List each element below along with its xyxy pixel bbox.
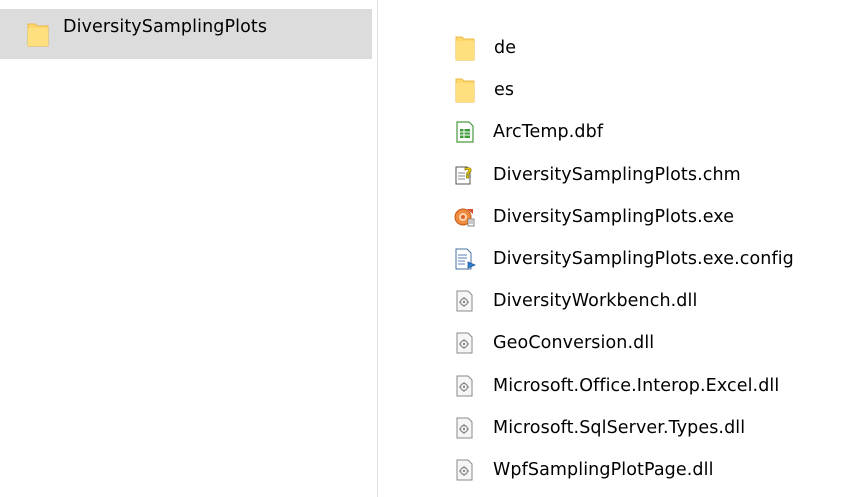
dll-file-icon — [454, 373, 476, 399]
navigation-pane: DiversitySamplingPlots — [0, 0, 372, 497]
list-item-file-exe[interactable]: DiversitySamplingPlots.exe — [454, 196, 794, 238]
folder-icon — [454, 35, 476, 61]
file-list: de es ArcTemp.dbf ? DiversitySamplingPlo… — [454, 27, 794, 491]
file-name: Microsoft.Office.Interop.Excel.dll — [493, 375, 780, 396]
list-item-file-dll[interactable]: WpfSamplingPlotPage.dll — [454, 449, 794, 491]
dll-file-icon — [454, 288, 476, 314]
help-file-icon: ? — [454, 162, 476, 188]
exe-file-icon — [454, 204, 476, 230]
file-name: es — [494, 80, 515, 101]
file-name: Microsoft.SqlServer.Types.dll — [493, 417, 746, 438]
folder-icon — [27, 21, 49, 47]
config-file-icon — [454, 246, 476, 272]
list-item-file-dll[interactable]: GeoConversion.dll — [454, 322, 794, 364]
tree-item-label: DiversitySamplingPlots — [63, 17, 268, 37]
list-item-file-config[interactable]: DiversitySamplingPlots.exe.config — [454, 238, 794, 280]
list-item-folder-de[interactable]: de — [454, 27, 794, 69]
file-name: ArcTemp.dbf — [493, 122, 604, 143]
svg-text:?: ? — [464, 166, 472, 182]
file-name: DiversitySamplingPlots.chm — [493, 164, 741, 185]
file-name: DiversitySamplingPlots.exe.config — [493, 249, 794, 270]
list-item-folder-es[interactable]: es — [454, 69, 794, 111]
pane-splitter[interactable] — [377, 0, 378, 497]
dll-file-icon — [454, 330, 476, 356]
list-item-file-dll[interactable]: Microsoft.SqlServer.Types.dll — [454, 407, 794, 449]
dll-file-icon — [454, 415, 476, 441]
list-item-file-dll[interactable]: DiversityWorkbench.dll — [454, 280, 794, 322]
file-name: DiversitySamplingPlots.exe — [493, 206, 735, 227]
list-item-file-dll[interactable]: Microsoft.Office.Interop.Excel.dll — [454, 365, 794, 407]
tree-item-diversitysamplingplots[interactable]: DiversitySamplingPlots — [0, 9, 372, 59]
list-item-file-arctemp[interactable]: ArcTemp.dbf — [454, 111, 794, 153]
file-name: DiversityWorkbench.dll — [493, 291, 698, 312]
folder-icon — [454, 77, 476, 103]
file-name: GeoConversion.dll — [493, 333, 655, 354]
file-name: WpfSamplingPlotPage.dll — [493, 459, 714, 480]
dll-file-icon — [454, 457, 476, 483]
file-explorer: DiversitySamplingPlots de es ArcTemp.dbf… — [0, 0, 853, 497]
dbf-file-icon — [454, 119, 476, 145]
list-item-file-chm[interactable]: ? DiversitySamplingPlots.chm — [454, 154, 794, 196]
file-name: de — [494, 38, 517, 59]
